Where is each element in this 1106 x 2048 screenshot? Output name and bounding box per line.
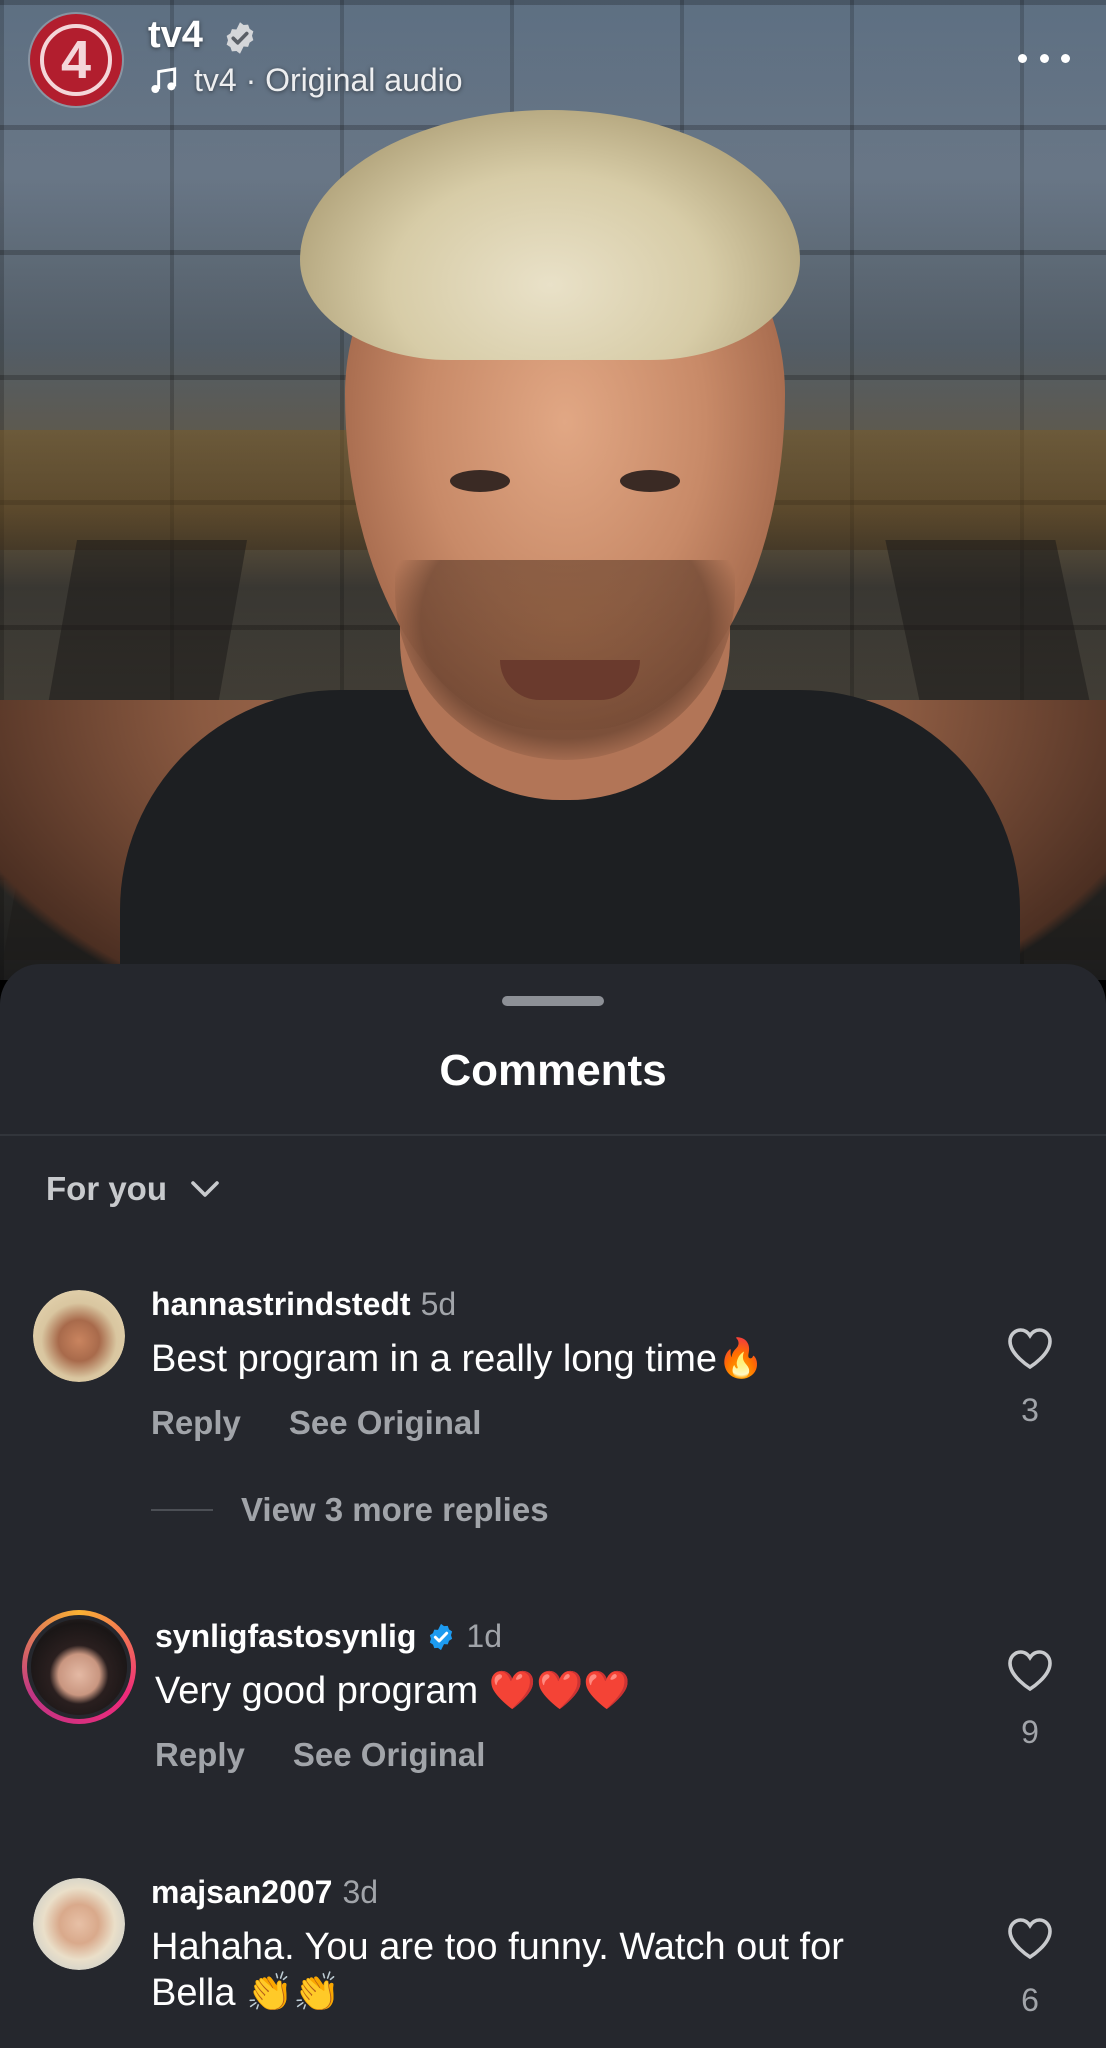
heart-icon[interactable]	[1006, 1916, 1054, 1960]
view-replies-label: View 3 more replies	[241, 1491, 549, 1528]
comment-time: 3d	[342, 1874, 379, 1910]
verified-badge-icon	[430, 1623, 453, 1650]
see-original-button[interactable]: See Original	[293, 1736, 486, 1774]
more-options-icon[interactable]	[1018, 38, 1070, 78]
comment-time: 1d	[466, 1618, 502, 1654]
channel-logo-text: 4	[60, 30, 92, 90]
comment-text: Very good program ❤️❤️❤️	[155, 1670, 631, 1712]
video-subject	[0, 0, 1106, 980]
comment-username[interactable]: synligfastosynlig	[155, 1618, 416, 1655]
see-original-button[interactable]: See Original	[289, 1404, 482, 1442]
heart-icon[interactable]	[1006, 1648, 1054, 1692]
channel-avatar[interactable]: 4	[30, 14, 122, 106]
reply-button[interactable]: Reply	[151, 1404, 241, 1442]
music-note-icon	[151, 66, 177, 93]
comment-item: synligfastosynlig 1d Very good program ❤…	[0, 1610, 1106, 1808]
avatar[interactable]	[22, 1610, 136, 1724]
channel-username[interactable]: tv4	[148, 14, 203, 57]
comments-sheet: Comments For you hannastrindstedt 5d Bes…	[0, 964, 1106, 2048]
view-replies-button[interactable]: View 3 more replies	[151, 1491, 549, 1529]
video-player[interactable]	[0, 0, 1106, 980]
audio-label: tv4 · Original audio	[194, 62, 463, 98]
comment-time: 5d	[420, 1286, 457, 1322]
comment-username[interactable]: hannastrindstedt	[151, 1286, 411, 1323]
avatar[interactable]	[33, 1878, 125, 1970]
comment-item: hannastrindstedt 5d Best program in a re…	[0, 1286, 1106, 1546]
comment-item: majsan2007 3d Hahaha. You are too funny.…	[0, 1874, 1106, 2048]
comment-username[interactable]: majsan2007	[151, 1874, 332, 1911]
heart-icon[interactable]	[1006, 1326, 1054, 1370]
chevron-down-icon	[191, 1181, 219, 1197]
like-control[interactable]: 6	[1004, 1916, 1056, 2019]
sort-label: For you	[46, 1170, 167, 1207]
like-control[interactable]: 9	[1004, 1648, 1056, 1751]
like-count: 3	[1021, 1392, 1039, 1428]
like-count: 6	[1021, 1982, 1039, 2018]
comment-sort-dropdown[interactable]: For you	[46, 1170, 223, 1208]
comments-title: Comments	[439, 1046, 667, 1095]
like-count: 9	[1021, 1714, 1039, 1750]
comment-text: Hahaha. You are too funny. Watch out for…	[151, 1926, 844, 2014]
verified-badge-icon	[226, 22, 254, 54]
avatar[interactable]	[33, 1290, 125, 1382]
divider	[0, 1134, 1106, 1136]
like-control[interactable]: 3	[1004, 1326, 1056, 1429]
sheet-drag-handle[interactable]	[502, 996, 604, 1006]
audio-attribution[interactable]: tv4 · Original audio	[148, 62, 463, 99]
divider	[151, 1509, 213, 1511]
comment-text: Best program in a really long time🔥	[151, 1338, 765, 1380]
reply-button[interactable]: Reply	[155, 1736, 245, 1774]
